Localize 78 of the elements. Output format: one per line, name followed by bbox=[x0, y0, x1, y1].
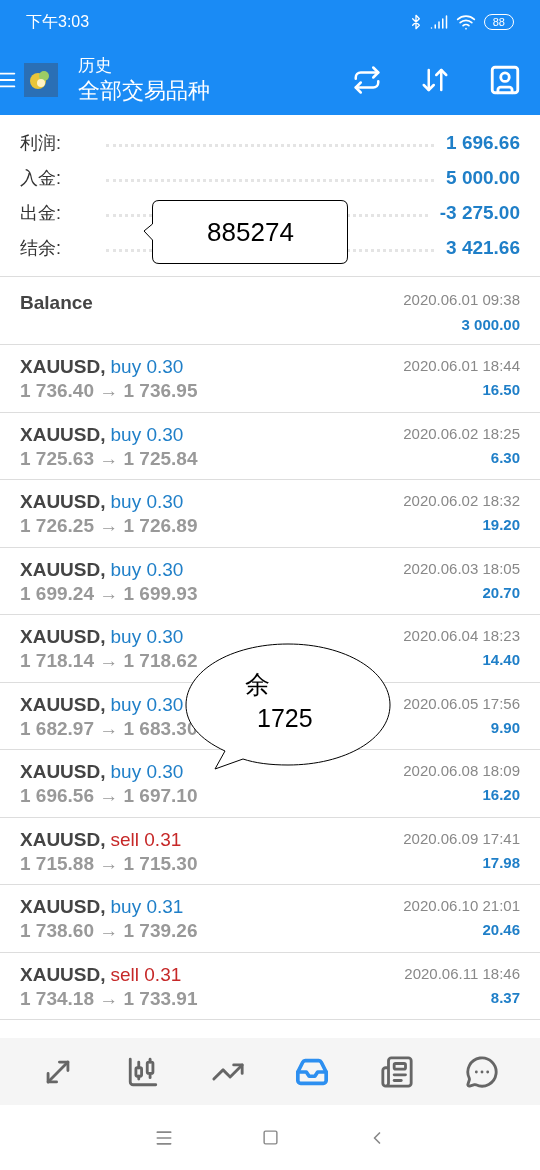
trade-row[interactable]: XAUUSD, buy 0.30 1 699.24 → 1 699.93 2020.06.03 18:05 20.70 bbox=[0, 547, 540, 615]
summary-label: 利润: bbox=[20, 132, 62, 155]
trade-symbol: XAUUSD, bbox=[20, 625, 106, 649]
trade-profit: 9.90 bbox=[490, 717, 520, 738]
trade-row[interactable]: XAUUSD, buy 0.30 1 726.25 → 1 726.89 2020.06.02 18:32 19.20 bbox=[0, 480, 540, 548]
summary-value: 5 000.00 bbox=[446, 166, 520, 191]
trade-prices: 1 738.60 → 1 739.26 bbox=[20, 919, 198, 943]
trade-deal: buy 0.30 bbox=[110, 692, 184, 717]
trade-prices: 1 699.24 → 1 699.93 bbox=[20, 581, 198, 606]
trade-row[interactable]: XAUUSD, buy 0.30 1 736.40 → 1 736.95 2020.06.01 18:44 16.50 bbox=[0, 345, 540, 413]
trade-prices: 1 726.25 → 1 726.89 bbox=[20, 514, 198, 538]
trade-prices: 1 718.14 → 1 718.62 bbox=[20, 649, 198, 673]
summary-label: 入金: bbox=[20, 167, 62, 190]
summary-label: 结余: bbox=[20, 237, 62, 260]
trade-prices: 1 734.18 → 1 733.91 bbox=[20, 986, 198, 1011]
trade-time: 2020.06.08 18:09 bbox=[403, 761, 520, 781]
trade-symbol: XAUUSD, bbox=[20, 962, 106, 987]
trade-prices: 1 696.56 → 1 697.10 bbox=[20, 784, 198, 808]
summary-value: 1 696.66 bbox=[446, 131, 520, 156]
trade-deal: sell 0.31 bbox=[110, 962, 182, 987]
balance-label: Balance bbox=[20, 291, 93, 315]
summary-value: -3 275.00 bbox=[439, 201, 520, 226]
trade-time: 2020.06.10 21:01 bbox=[403, 896, 520, 916]
trade-deal: sell 0.31 bbox=[110, 827, 182, 852]
trade-deal: buy 0.30 bbox=[110, 625, 184, 649]
summary-label: 出金: bbox=[20, 202, 62, 225]
trade-symbol: XAUUSD, bbox=[20, 760, 106, 784]
status-time: 下午3:03 bbox=[26, 12, 90, 32]
trade-deal: buy 0.30 bbox=[110, 490, 184, 514]
trade-symbol: XAUUSD, bbox=[20, 692, 106, 717]
trade-time: 2020.06.05 17:56 bbox=[403, 693, 520, 714]
trade-time: 2020.06.04 18:23 bbox=[403, 626, 520, 646]
trade-time: 2020.06.02 18:25 bbox=[403, 423, 520, 444]
balance-time: 2020.06.01 09:38 bbox=[403, 290, 520, 310]
trade-symbol: XAUUSD, bbox=[20, 490, 106, 514]
trade-symbol: XAUUSD, bbox=[20, 895, 106, 919]
trade-profit: 17.98 bbox=[482, 852, 520, 873]
trade-deal: buy 0.30 bbox=[110, 760, 184, 784]
newspaper-icon bbox=[379, 1054, 414, 1089]
trade-profit: 8.37 bbox=[490, 987, 520, 1008]
trade-symbol: XAUUSD, bbox=[20, 422, 106, 447]
trade-prices: 1 736.40 → 1 736.95 bbox=[20, 379, 198, 403]
trade-symbol: XAUUSD, bbox=[20, 827, 106, 852]
trade-row[interactable]: XAUUSD, buy 0.30 1 725.63 → 1 725.84 2020.06.02 18:25 6.30 bbox=[0, 412, 540, 480]
trade-prices: 1 715.88 → 1 715.30 bbox=[20, 851, 198, 876]
trade-profit: 20.46 bbox=[482, 920, 520, 940]
summary-value: 3 421.66 bbox=[446, 236, 520, 261]
trade-row[interactable]: XAUUSD, sell 0.31 1 734.18 → 1 733.91 2020.06.11 18:46 8.37 bbox=[0, 952, 540, 1020]
app-logo-icon bbox=[24, 62, 58, 97]
callout-text: 1725 bbox=[256, 703, 314, 734]
trade-time: 2020.06.09 17:41 bbox=[403, 828, 520, 849]
wifi-icon bbox=[455, 12, 476, 32]
trade-symbol: XAUUSD, bbox=[20, 557, 106, 582]
trade-profit: 6.30 bbox=[490, 447, 520, 468]
chat-bubble-icon bbox=[464, 1054, 499, 1089]
trade-deal: buy 0.31 bbox=[110, 895, 184, 919]
home-icon[interactable] bbox=[261, 1129, 279, 1146]
trade-profit: 16.50 bbox=[482, 380, 520, 400]
trade-deal: buy 0.30 bbox=[110, 355, 184, 379]
trade-time: 2020.06.01 18:44 bbox=[403, 356, 520, 376]
header-title: 全部交易品种 bbox=[78, 76, 210, 105]
trade-deal: buy 0.30 bbox=[110, 557, 184, 582]
trade-profit: 20.70 bbox=[482, 582, 520, 603]
balance-amount: 3 000.00 bbox=[461, 314, 520, 335]
trade-profit: 16.20 bbox=[482, 785, 520, 805]
trade-row[interactable]: XAUUSD, buy 0.31 1 738.60 → 1 739.26 2020.06.10 21:01 20.46 bbox=[0, 885, 540, 953]
trade-symbol: XAUUSD, bbox=[20, 355, 106, 379]
trade-prices: 1 725.63 → 1 725.84 bbox=[20, 446, 198, 471]
trade-time: 2020.06.11 18:46 bbox=[404, 963, 520, 984]
callout-text: 885274 bbox=[207, 215, 294, 249]
signal-icon bbox=[429, 13, 448, 31]
trade-profit: 14.40 bbox=[482, 650, 520, 670]
trade-deal: buy 0.30 bbox=[110, 422, 184, 447]
trade-row[interactable]: XAUUSD, sell 0.31 1 715.88 → 1 715.30 2020.06.09 17:41 17.98 bbox=[0, 817, 540, 885]
trade-time: 2020.06.02 18:32 bbox=[403, 491, 520, 511]
trade-profit: 19.20 bbox=[482, 515, 520, 535]
header-subtitle: 历史 bbox=[78, 54, 113, 77]
trade-time: 2020.06.03 18:05 bbox=[403, 558, 520, 579]
